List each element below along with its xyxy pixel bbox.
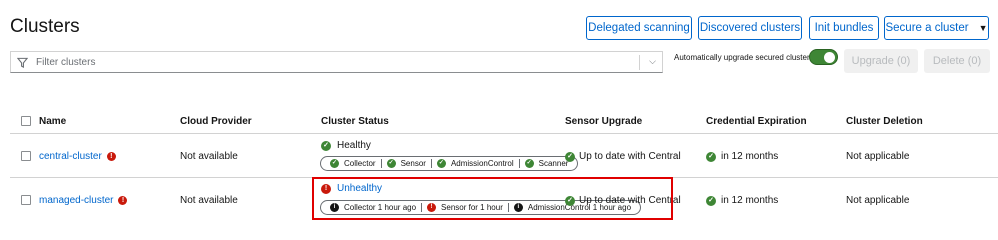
cluster-status: ✓ Healthy: [321, 140, 371, 151]
alert-icon: !: [118, 195, 128, 205]
check-circle-icon: ✓: [706, 195, 716, 206]
column-header-credential-expiration[interactable]: Credential Expiration: [706, 116, 807, 127]
column-header-cluster-status[interactable]: Cluster Status: [321, 116, 389, 127]
filter-placeholder: Filter clusters: [36, 56, 96, 68]
credential-expiration-cell: ✓ in 12 months: [706, 195, 778, 206]
alert-icon: !: [106, 151, 116, 161]
component-label: Sensor: [400, 159, 426, 168]
component-admission-control: ✓ AdmissionControl: [430, 159, 519, 168]
component-label: AdmissionControl: [450, 159, 514, 168]
check-circle-icon: ✓: [436, 159, 446, 168]
row-checkbox[interactable]: [21, 195, 31, 205]
init-bundles-button[interactable]: Init bundles: [809, 16, 879, 40]
column-header-sensor-upgrade[interactable]: Sensor Upgrade: [565, 116, 642, 127]
filter-icon: [17, 56, 29, 68]
column-header-cloud-provider[interactable]: Cloud Provider: [180, 116, 252, 127]
highlight-box: [312, 177, 673, 220]
discovered-clusters-button[interactable]: Discovered clusters: [698, 16, 802, 40]
cluster-name-link[interactable]: central-cluster: [39, 151, 102, 162]
cloud-provider-cell: Not available: [180, 151, 238, 162]
credential-expiration-cell: ✓ in 12 months: [706, 151, 778, 162]
filter-input[interactable]: Filter clusters ⌵: [10, 51, 663, 73]
delete-button[interactable]: Delete (0): [924, 49, 990, 73]
upgrade-button[interactable]: Upgrade (0): [844, 49, 918, 73]
component-label: Collector: [344, 159, 376, 168]
caret-down-icon: ▼: [978, 23, 988, 33]
filter-divider: [639, 55, 640, 70]
auto-upgrade-toggle[interactable]: [809, 49, 838, 65]
check-circle-icon: ✓: [706, 151, 716, 162]
cluster-deletion-cell: Not applicable: [846, 195, 910, 206]
check-circle-icon: ✓: [524, 159, 534, 168]
page-title: Clusters: [10, 16, 80, 37]
chevron-down-icon[interactable]: ⌵: [649, 56, 656, 67]
check-circle-icon: ✓: [386, 159, 396, 168]
check-circle-icon: ✓: [330, 159, 339, 168]
component-health-pill: ✓ Collector ✓ Sensor ✓ AdmissionControl ✓ Sc…: [320, 156, 579, 171]
header-divider: [10, 133, 998, 134]
cluster-name-cell: managed-cluster!: [39, 195, 128, 206]
sensor-upgrade-text: Up to date with Central: [579, 151, 681, 162]
column-header-cluster-deletion[interactable]: Cluster Deletion: [846, 116, 923, 127]
component-label: Scanner: [538, 159, 569, 168]
sensor-upgrade-cell: ✓ Up to date with Central: [565, 151, 681, 162]
toggle-knob: [824, 52, 835, 63]
component-collector: ✓ Collector: [325, 159, 381, 168]
credential-expiration-text: in 12 months: [721, 195, 779, 206]
cluster-deletion-cell: Not applicable: [846, 151, 910, 162]
column-header-name[interactable]: Name: [39, 116, 66, 127]
secure-cluster-label: Secure a cluster: [885, 22, 969, 34]
row-checkbox[interactable]: [21, 151, 31, 161]
cloud-provider-cell: Not available: [180, 195, 238, 206]
credential-expiration-text: in 12 months: [721, 151, 779, 162]
auto-upgrade-label: Automatically upgrade secured clusters: [674, 53, 814, 62]
cluster-status-text: Healthy: [337, 140, 371, 151]
component-sensor: ✓ Sensor: [380, 159, 431, 168]
check-circle-icon: ✓: [565, 151, 575, 162]
delegated-scanning-button[interactable]: Delegated scanning: [586, 16, 692, 40]
select-all-checkbox[interactable]: [21, 116, 31, 126]
check-circle-icon: ✓: [321, 140, 331, 151]
cluster-name-cell: central-cluster!: [39, 151, 116, 162]
secure-cluster-dropdown[interactable]: Secure a cluster ▼: [884, 16, 989, 40]
cluster-name-link[interactable]: managed-cluster: [39, 195, 113, 206]
